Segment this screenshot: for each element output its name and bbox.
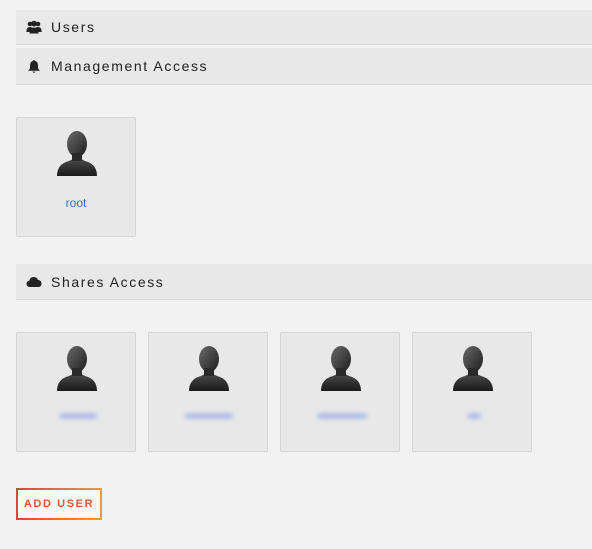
user-silhouette-icon xyxy=(321,346,361,391)
users-section-title: Users xyxy=(51,19,96,35)
user-silhouette-icon xyxy=(57,131,97,176)
redacted-user-name xyxy=(185,413,233,419)
shares-access-section-title: Shares Access xyxy=(51,273,165,290)
users-icon xyxy=(26,19,42,35)
user-silhouette-icon xyxy=(453,346,493,391)
share-user-card[interactable] xyxy=(280,332,400,452)
redacted-user-name xyxy=(467,413,481,419)
bell-icon xyxy=(26,58,42,74)
share-user-card[interactable] xyxy=(412,332,532,452)
share-user-card[interactable] xyxy=(16,332,136,452)
users-section-header[interactable]: Users xyxy=(16,10,592,45)
management-access-section-header[interactable]: Management Access xyxy=(16,48,592,85)
user-card-root[interactable]: root xyxy=(16,117,136,237)
cloud-icon xyxy=(26,274,42,290)
add-user-button[interactable]: ADD USER xyxy=(16,488,102,520)
share-user-card[interactable] xyxy=(148,332,268,452)
user-name-link[interactable]: root xyxy=(17,196,135,210)
page: Users Management Access root Shares Acce… xyxy=(0,0,592,549)
management-access-section-title: Management Access xyxy=(51,58,209,74)
redacted-user-name xyxy=(317,413,367,419)
shares-access-section-header[interactable]: Shares Access xyxy=(16,264,592,300)
user-silhouette-icon xyxy=(57,346,97,391)
redacted-user-name xyxy=(59,413,97,419)
user-silhouette-icon xyxy=(189,346,229,391)
